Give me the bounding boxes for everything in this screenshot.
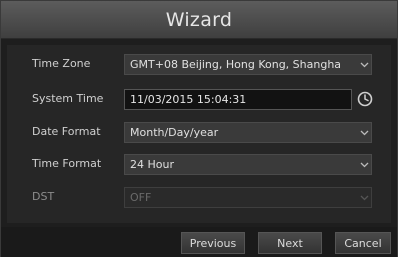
time-zone-label: Time Zone [32, 57, 91, 70]
clock-icon[interactable] [356, 90, 374, 108]
dst-value: OFF [130, 191, 152, 204]
time-zone-row: Time Zone GMT+08 Beijing, Hong Kong, Sha… [7, 54, 391, 76]
time-zone-select[interactable]: GMT+08 Beijing, Hong Kong, Shangha [124, 54, 372, 75]
system-time-row: System Time 11/03/2015 15:04:31 [7, 89, 391, 111]
next-button[interactable]: Next [258, 232, 322, 254]
time-format-value: 24 Hour [130, 158, 174, 171]
time-zone-value: GMT+08 Beijing, Hong Kong, Shangha [130, 58, 342, 71]
wizard-form: Time Zone GMT+08 Beijing, Hong Kong, Sha… [7, 45, 391, 223]
dialog-titlebar: Wizard [1, 1, 397, 39]
dst-row: DST OFF [7, 187, 391, 209]
date-format-select[interactable]: Month/Day/year [124, 122, 372, 143]
chevron-down-icon [357, 188, 371, 207]
system-time-input[interactable]: 11/03/2015 15:04:31 [124, 89, 352, 110]
chevron-down-icon [357, 123, 371, 142]
dialog-title: Wizard [165, 8, 233, 31]
date-format-label: Date Format [32, 125, 101, 138]
chevron-down-icon [357, 155, 371, 174]
dialog-footer: Previous Next Cancel [1, 227, 397, 257]
wizard-dialog: Wizard Time Zone GMT+08 Beijing, Hong Ko… [0, 0, 398, 257]
time-format-row: Time Format 24 Hour [7, 154, 391, 176]
dst-label: DST [32, 190, 55, 203]
date-format-row: Date Format Month/Day/year [7, 122, 391, 144]
system-time-label: System Time [32, 92, 104, 105]
time-format-label: Time Format [32, 157, 102, 170]
time-format-select[interactable]: 24 Hour [124, 154, 372, 175]
previous-button[interactable]: Previous [181, 232, 245, 254]
date-format-value: Month/Day/year [130, 126, 219, 139]
cancel-button[interactable]: Cancel [335, 232, 391, 254]
dst-select[interactable]: OFF [124, 187, 372, 208]
chevron-down-icon [357, 55, 371, 74]
